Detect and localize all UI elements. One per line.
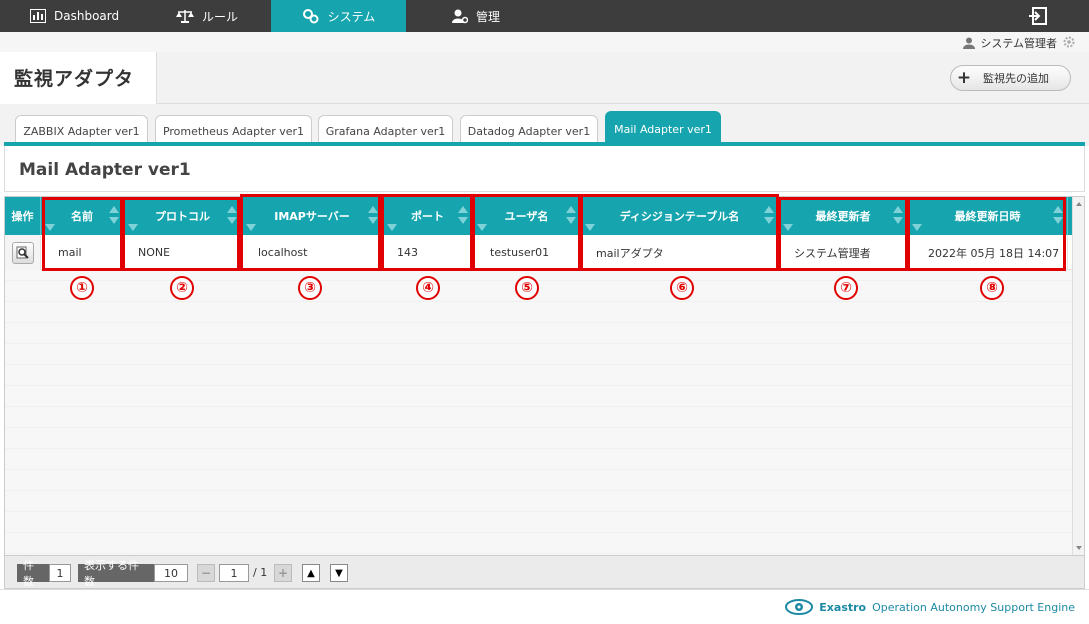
- dashboard-icon: [30, 9, 46, 23]
- annotation-box-3: [240, 194, 381, 271]
- nav-rule[interactable]: ルール: [176, 0, 238, 32]
- page-total: / 1: [253, 566, 268, 579]
- per-page-label: 表示する件数: [78, 559, 154, 588]
- pagination-bar: 件数 1 表示する件数 10 − 1 / 1 + ▲ ▼: [4, 556, 1085, 589]
- annotation-box-8: [907, 197, 1066, 271]
- admin-user-icon: [452, 9, 468, 24]
- page-input[interactable]: 1: [219, 564, 249, 582]
- annotation-box-2: [122, 197, 240, 271]
- scales-icon: [176, 10, 194, 23]
- footer-brand: Exastro Operation Autonomy Support Engin…: [785, 599, 1075, 615]
- brand-name: Exastro: [819, 600, 867, 614]
- count-label: 件数: [17, 559, 49, 588]
- page-title: 監視アダプタ: [14, 68, 135, 90]
- annotation-box-5: [472, 194, 581, 271]
- prev-page-button[interactable]: −: [197, 564, 215, 582]
- add-monitor-label: 監視先の追加: [983, 72, 1049, 85]
- annotation-number-3: ③: [298, 276, 322, 300]
- column-header-operation-label: 操作: [11, 210, 34, 223]
- annotation-box-6: [580, 194, 779, 271]
- section-title: Mail Adapter ver1: [19, 160, 191, 180]
- nav-admin-label: 管理: [476, 9, 501, 24]
- user-menu[interactable]: システム管理者: [963, 35, 1057, 51]
- nav-system-label: システム: [327, 9, 376, 24]
- tab-mail[interactable]: Mail Adapter ver1: [605, 111, 721, 146]
- page-title-box: 監視アダプタ: [0, 52, 157, 104]
- user-bar: システム管理者: [0, 32, 1089, 52]
- nav-admin[interactable]: 管理: [452, 0, 500, 32]
- scroll-down-button[interactable]: ▼: [330, 564, 348, 582]
- magnifier-icon: [16, 246, 29, 259]
- annotation-number-5: ⑤: [515, 276, 539, 300]
- top-navigation: Dashboard ルール システム 管理: [0, 0, 1089, 32]
- section-header: Mail Adapter ver1: [4, 146, 1085, 192]
- annotation-number-1: ①: [70, 276, 94, 300]
- brand-tagline: Operation Autonomy Support Engine: [872, 600, 1075, 614]
- gear-icon[interactable]: [1063, 36, 1075, 48]
- plus-icon: +: [956, 68, 972, 88]
- adapter-tabs: ZABBIX Adapter ver1 Prometheus Adapter v…: [0, 104, 1089, 146]
- column-header-operation: 操作: [5, 197, 41, 235]
- nav-dashboard[interactable]: Dashboard: [30, 0, 119, 32]
- annotation-number-7: ⑦: [834, 276, 858, 300]
- user-icon: [963, 37, 976, 49]
- nav-rule-label: ルール: [202, 9, 239, 24]
- vertical-scrollbar[interactable]: [1072, 197, 1084, 555]
- annotation-number-2: ②: [170, 276, 194, 300]
- gears-icon: [302, 9, 319, 24]
- detail-button[interactable]: [12, 242, 34, 264]
- per-page-input[interactable]: 10: [154, 564, 188, 582]
- footer: Exastro Operation Autonomy Support Engin…: [0, 589, 1089, 624]
- page-header: 監視アダプタ + 監視先の追加: [0, 52, 1089, 104]
- annotation-box-7: [778, 197, 908, 271]
- annotation-number-6: ⑥: [670, 276, 694, 300]
- nav-dashboard-label: Dashboard: [54, 9, 120, 23]
- logout-icon[interactable]: [1029, 7, 1047, 25]
- next-page-button[interactable]: +: [274, 564, 292, 582]
- exastro-logo-icon: [785, 599, 814, 615]
- nav-system[interactable]: システム: [271, 0, 406, 32]
- annotation-number-4: ④: [416, 276, 440, 300]
- annotation-box-4: [381, 194, 473, 271]
- annotation-box-1: [42, 197, 123, 271]
- scroll-up-button[interactable]: ▲: [302, 564, 320, 582]
- annotation-number-8: ⑧: [980, 276, 1004, 300]
- add-monitor-button[interactable]: + 監視先の追加: [950, 65, 1071, 91]
- user-name: システム管理者: [980, 37, 1057, 50]
- table-cell-operation: [5, 235, 41, 270]
- count-value: 1: [49, 564, 71, 582]
